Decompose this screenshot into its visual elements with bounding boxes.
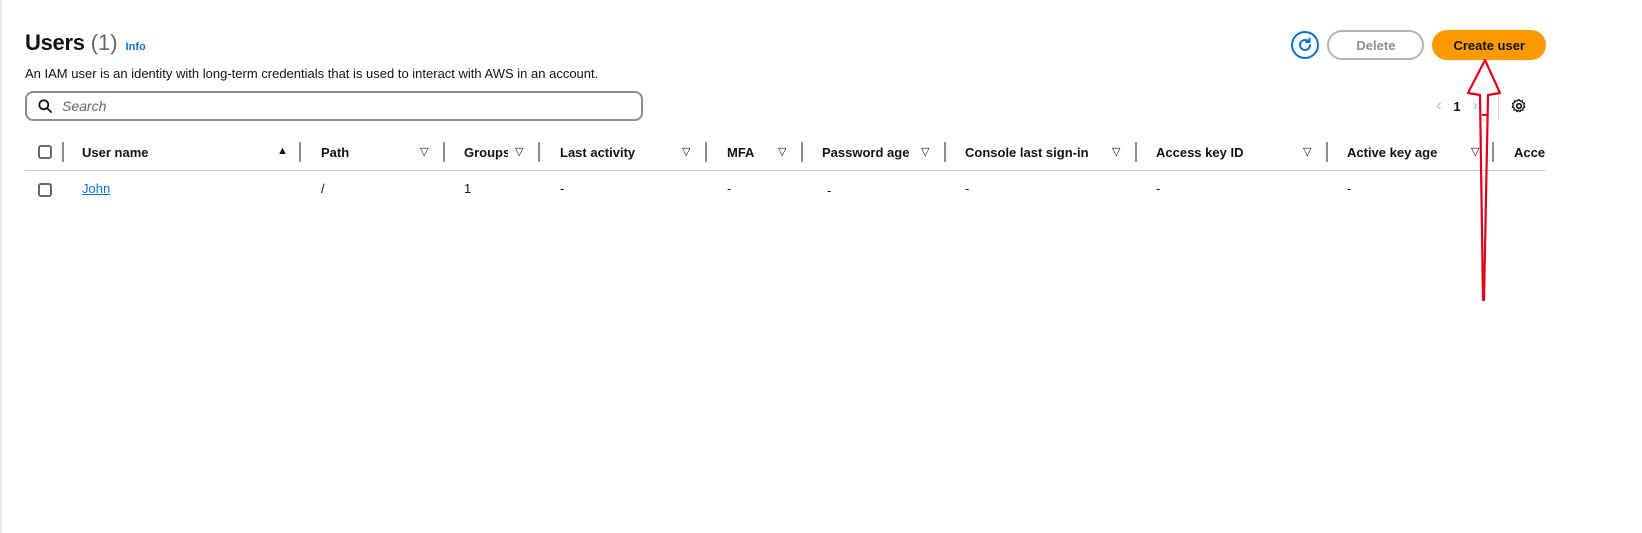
- cell-password-age: -: [827, 183, 832, 198]
- cell-last-activity: -: [560, 181, 565, 196]
- column-divider: [62, 142, 64, 162]
- column-divider[interactable]: [1326, 142, 1328, 162]
- column-header-user-name[interactable]: User name: [82, 140, 262, 164]
- column-header-groups[interactable]: Groups: [464, 140, 508, 164]
- delete-button[interactable]: Delete: [1327, 30, 1425, 60]
- column-divider[interactable]: [1135, 142, 1137, 162]
- column-divider[interactable]: [299, 142, 301, 162]
- column-header-access-key-id[interactable]: Access key ID: [1156, 140, 1296, 164]
- search-icon: [38, 99, 52, 113]
- sort-icon[interactable]: ▽: [1112, 145, 1120, 158]
- sort-icon[interactable]: ▽: [921, 145, 929, 158]
- search-bar[interactable]: [25, 91, 643, 121]
- select-all-checkbox[interactable]: [38, 145, 52, 159]
- red-arrow-annotation: [1466, 58, 1502, 302]
- user-count: (1): [90, 30, 118, 55]
- sort-icon[interactable]: ▽: [515, 145, 523, 158]
- refresh-button[interactable]: [1291, 31, 1320, 59]
- cell-access-key-id: -: [1156, 181, 1161, 196]
- column-header-active-key-age[interactable]: Active key age: [1347, 140, 1467, 164]
- column-header-last-activity[interactable]: Last activity: [560, 140, 680, 164]
- row-checkbox[interactable]: [38, 183, 52, 197]
- left-panel-edge: [0, 0, 2, 533]
- sort-icon[interactable]: ▽: [420, 145, 428, 158]
- table-header: User name ▲ Path ▽ Groups ▽ Last activit…: [25, 140, 1545, 171]
- cell-active-key-age: -: [1347, 181, 1352, 196]
- column-header-path[interactable]: Path: [321, 140, 411, 164]
- column-header-mfa[interactable]: MFA: [727, 140, 777, 164]
- refresh-icon: [1299, 37, 1312, 51]
- cell-mfa: -: [727, 181, 732, 196]
- page-title: Users: [25, 30, 85, 55]
- info-link[interactable]: Info: [126, 41, 146, 53]
- sort-icon[interactable]: ▽: [682, 145, 690, 158]
- column-divider[interactable]: [801, 142, 803, 162]
- column-divider[interactable]: [705, 142, 707, 162]
- column-divider[interactable]: [944, 142, 946, 162]
- users-table: User name ▲ Path ▽ Groups ▽ Last activit…: [25, 140, 1545, 211]
- column-header-password-age[interactable]: Password age: [822, 140, 917, 164]
- cell-console-last-sign-in: -: [965, 181, 970, 196]
- cell-groups: 1: [464, 181, 472, 196]
- user-name-link[interactable]: John: [82, 181, 110, 196]
- sort-icon[interactable]: ▽: [1303, 145, 1311, 158]
- page-header: Users (1) Info: [25, 30, 146, 56]
- sort-ascending-icon[interactable]: ▲: [277, 145, 288, 157]
- chevron-left-icon[interactable]: ‹: [1430, 97, 1448, 115]
- column-divider[interactable]: [538, 142, 540, 162]
- column-divider[interactable]: [443, 142, 445, 162]
- table-row: John / 1 - - - - - -: [25, 171, 1545, 211]
- column-header-console-last-sign-in[interactable]: Console last sign-in: [965, 140, 1105, 164]
- search-input[interactable]: [60, 97, 604, 115]
- page-description: An IAM user is an identity with long-ter…: [25, 66, 599, 81]
- sort-icon[interactable]: ▽: [778, 145, 786, 158]
- cell-path: /: [321, 181, 325, 196]
